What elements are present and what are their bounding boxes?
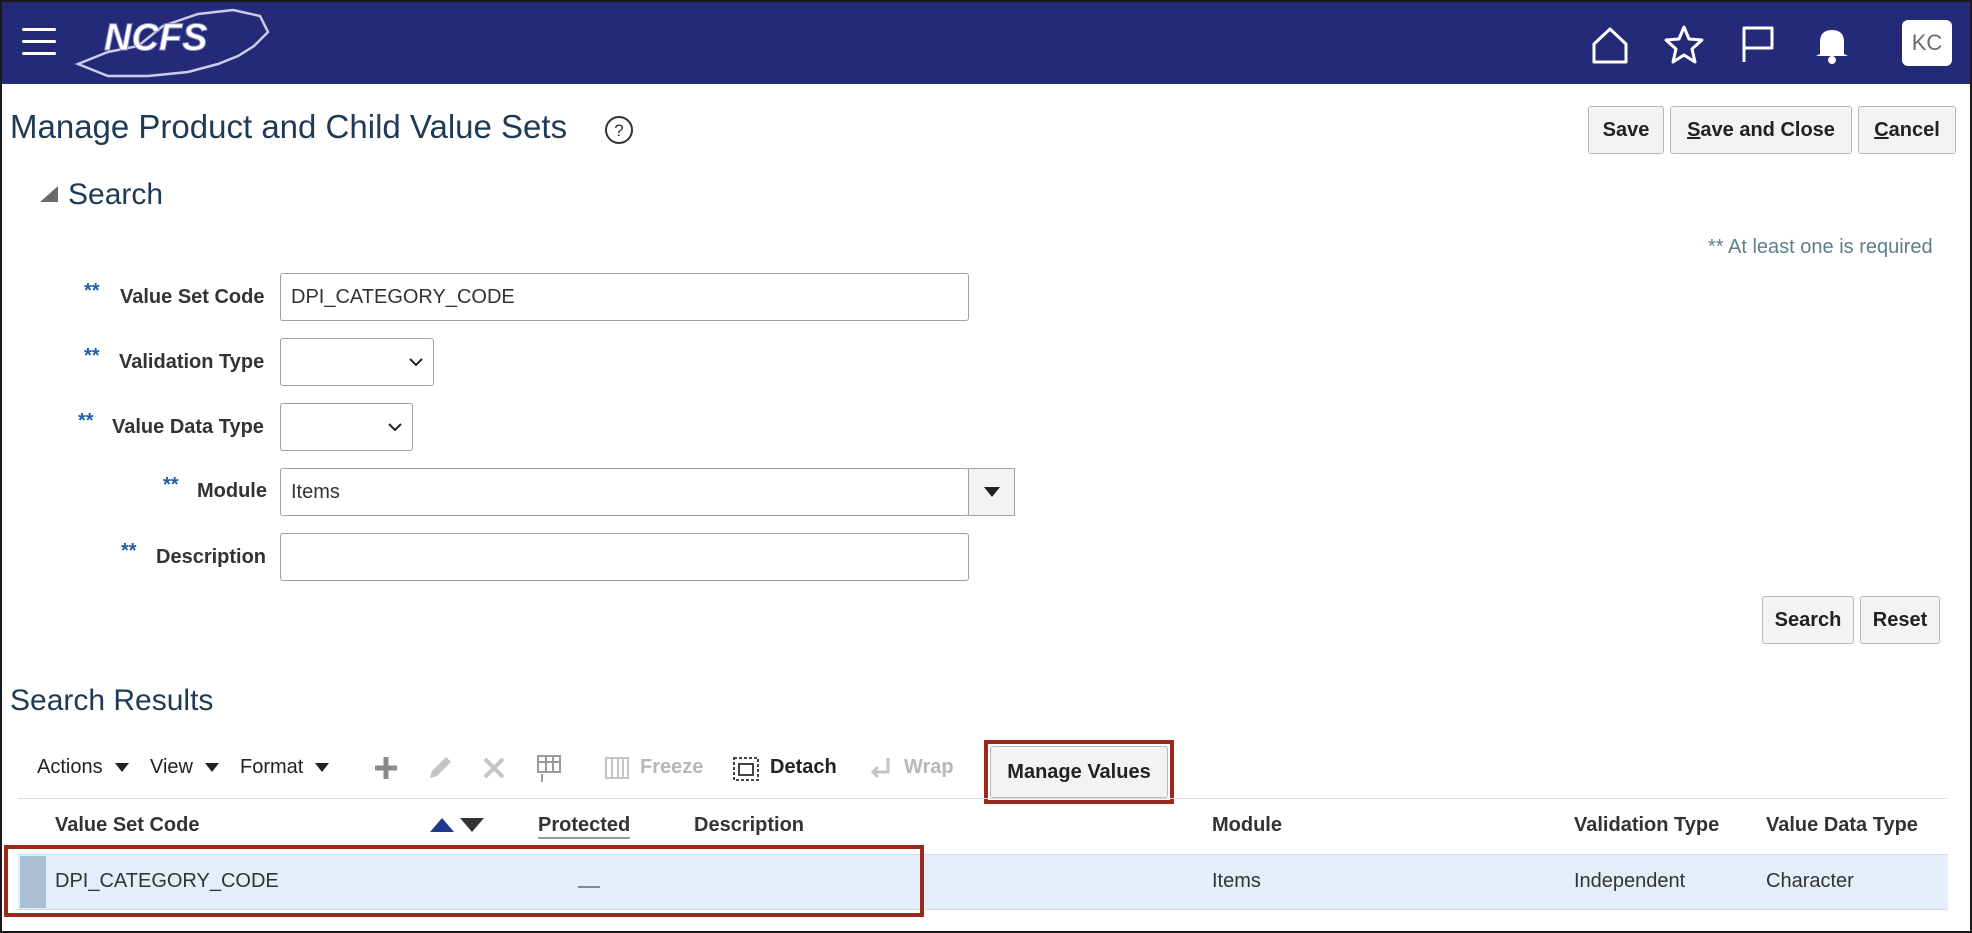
format-menu-label: Format <box>240 756 304 778</box>
search-button-label: Search <box>1774 608 1842 631</box>
bell-icon[interactable] <box>1810 22 1854 66</box>
star-icon[interactable] <box>1662 22 1706 66</box>
module-input[interactable]: Items <box>280 468 969 516</box>
column-header-module[interactable]: Module <box>1212 814 1282 837</box>
caret-down-icon <box>114 763 129 772</box>
value-data-type-label: Value Data Type <box>112 416 264 438</box>
svg-text:?: ? <box>614 121 623 140</box>
caret-down-icon <box>315 763 330 772</box>
required-marker: ** <box>84 280 100 302</box>
delete-x-icon[interactable] <box>478 752 510 784</box>
column-header-protected[interactable]: Protected <box>538 814 631 839</box>
description-input[interactable] <box>280 533 969 581</box>
column-header-description[interactable]: Description <box>694 814 804 837</box>
caret-down-icon <box>983 487 1000 497</box>
user-avatar[interactable]: KC <box>1902 20 1952 66</box>
manage-values-button[interactable]: Manage Values <box>990 746 1168 798</box>
freeze-icon[interactable] <box>602 752 634 784</box>
view-menu-label: View <box>150 756 193 778</box>
freeze-label[interactable]: Freeze <box>640 756 703 779</box>
value-data-type-select[interactable] <box>280 403 413 451</box>
format-menu[interactable]: Format <box>240 756 330 779</box>
chevron-down-icon <box>388 423 402 432</box>
reset-button[interactable]: Reset <box>1860 596 1940 644</box>
search-heading[interactable]: Search <box>68 178 163 212</box>
collapse-triangle-icon[interactable] <box>40 186 58 202</box>
flag-icon[interactable] <box>1736 22 1780 66</box>
caret-down-icon <box>205 763 219 772</box>
required-marker: ** <box>78 410 94 432</box>
required-marker: ** <box>121 540 137 562</box>
wrap-icon[interactable] <box>866 752 898 784</box>
value-set-code-label: Value Set Code <box>120 286 265 308</box>
sort-ascending-icon[interactable] <box>430 818 454 832</box>
required-note: ** At least one is required <box>1708 236 1933 258</box>
edit-pencil-icon[interactable] <box>424 752 456 784</box>
ncfs-logo[interactable]: NCFS <box>68 6 278 84</box>
home-icon[interactable] <box>1588 22 1632 66</box>
page-title: Manage Product and Child Value Sets <box>10 108 568 145</box>
results-heading: Search Results <box>10 684 214 717</box>
column-header-validation-type[interactable]: Validation Type <box>1574 814 1719 837</box>
query-by-example-icon[interactable] <box>532 752 564 784</box>
wrap-label[interactable]: Wrap <box>904 756 954 779</box>
cell-value-data-type: Character <box>1766 870 1854 892</box>
table-divider <box>18 798 1948 799</box>
description-label: Description <box>156 546 267 568</box>
cancel-mnemonic: C <box>1874 118 1889 141</box>
save-button[interactable]: Save <box>1588 106 1664 154</box>
save-and-close-button[interactable]: Save and Close <box>1670 106 1852 154</box>
module-dropdown-button[interactable] <box>968 468 1015 516</box>
cancel-label: ancel <box>1888 118 1940 141</box>
column-header-value-set-code[interactable]: Value Set Code <box>55 814 200 837</box>
actions-menu-label: Actions <box>37 756 103 778</box>
menu-icon[interactable] <box>22 28 56 56</box>
svg-text:NCFS: NCFS <box>104 17 207 59</box>
validation-type-label: Validation Type <box>119 351 265 373</box>
validation-type-select[interactable] <box>280 338 434 386</box>
global-header: NCFS KC <box>2 2 1970 84</box>
detach-label[interactable]: Detach <box>770 756 837 779</box>
chevron-down-icon <box>409 358 423 367</box>
required-marker: ** <box>163 474 179 496</box>
save-and-close-label: ave and Close <box>1700 118 1835 141</box>
sort-descending-icon[interactable] <box>460 818 484 832</box>
actions-menu[interactable]: Actions <box>37 756 129 779</box>
cell-module: Items <box>1212 870 1261 892</box>
module-label: Module <box>197 480 267 502</box>
save-and-close-mnemonic: S <box>1687 118 1701 141</box>
save-button-label: Save <box>1602 118 1650 141</box>
view-menu[interactable]: View <box>150 756 219 779</box>
cell-validation-type: Independent <box>1574 870 1686 892</box>
required-marker: ** <box>84 345 100 367</box>
cancel-button[interactable]: Cancel <box>1858 106 1956 154</box>
column-header-value-data-type[interactable]: Value Data Type <box>1766 814 1918 837</box>
help-icon[interactable]: ? <box>603 114 635 146</box>
detach-icon[interactable] <box>730 752 762 784</box>
highlight-box <box>4 845 924 917</box>
reset-button-label: Reset <box>1872 608 1928 631</box>
search-button[interactable]: Search <box>1762 596 1854 644</box>
value-set-code-input[interactable]: DPI_CATEGORY_CODE <box>280 273 969 321</box>
add-icon[interactable] <box>370 752 402 784</box>
manage-values-label: Manage Values <box>1007 760 1151 783</box>
